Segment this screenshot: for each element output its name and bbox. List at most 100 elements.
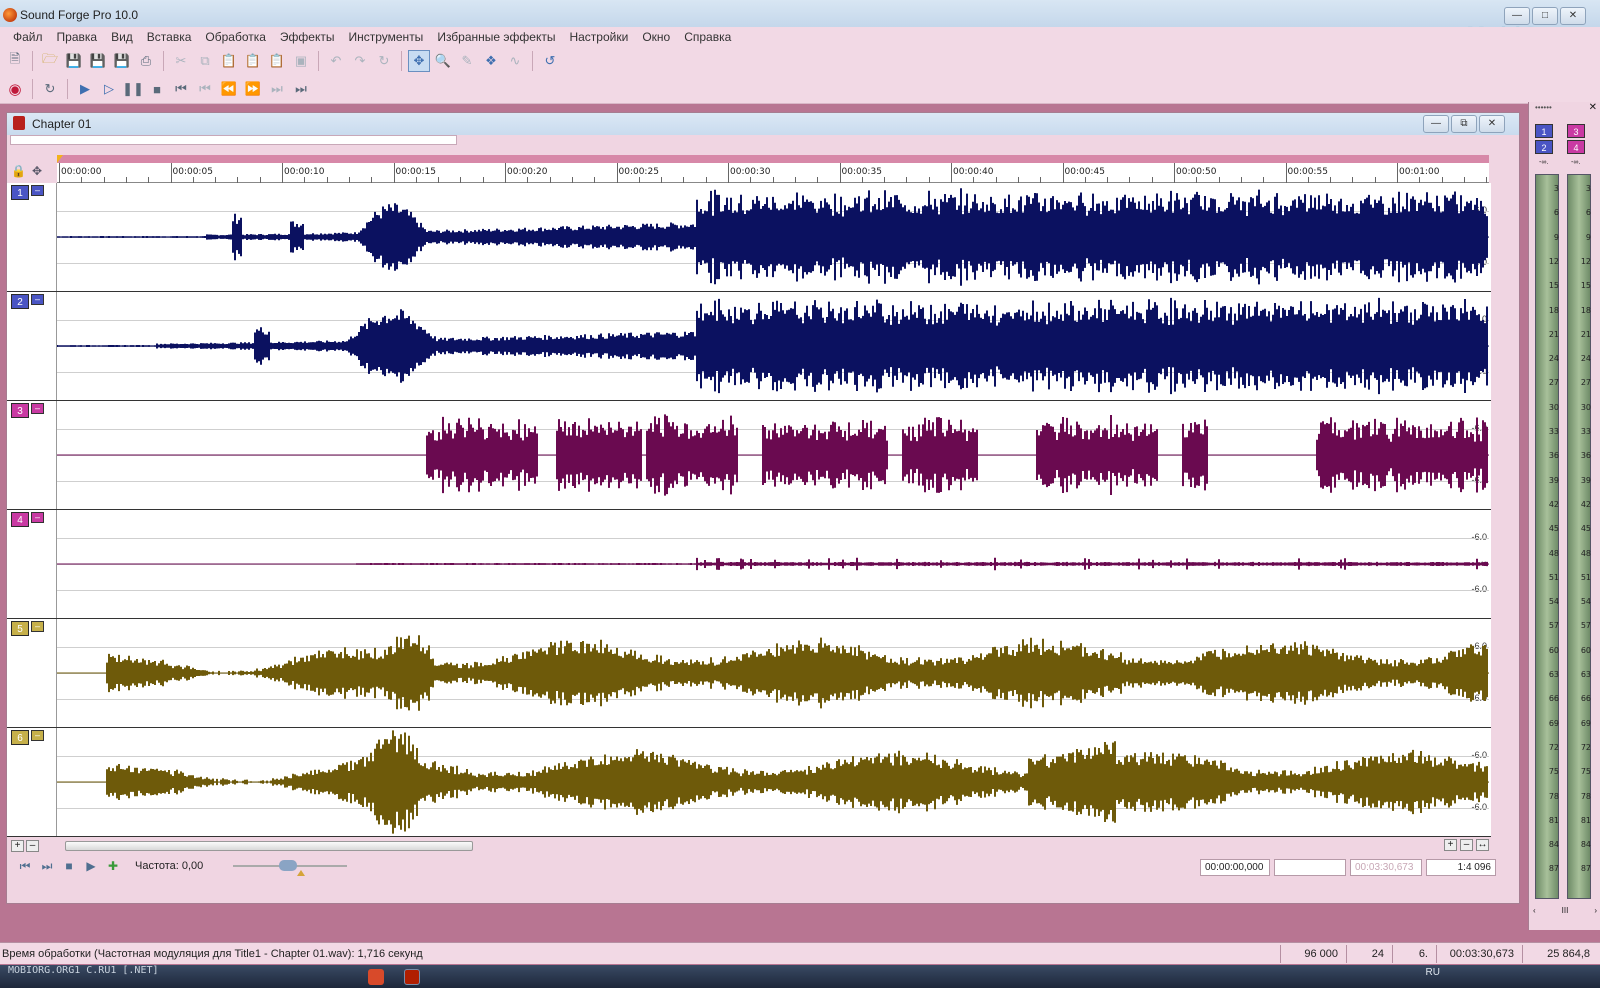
time-zoom-in-button[interactable]: + [1444, 839, 1457, 851]
forward-icon[interactable]: ⏩ [242, 78, 264, 100]
menu-effects[interactable]: Эффекты [273, 30, 342, 44]
channel-mute-button[interactable]: – [31, 185, 44, 196]
waveform[interactable] [57, 183, 1489, 291]
status-sample-rate[interactable]: 96 000 Hz [1280, 945, 1346, 978]
channel-6[interactable]: 6–-6.0-∞-6.0 [7, 728, 1491, 837]
time-zoom-out-button[interactable]: – [1460, 839, 1473, 851]
menu-favorites[interactable]: Избранные эффекты [430, 30, 562, 44]
selection-start[interactable] [1274, 859, 1346, 876]
lock-icon[interactable]: 🔒 [11, 164, 26, 178]
channel-number-button[interactable]: 6 [11, 730, 29, 745]
scroll-grip-icon[interactable]: III [1562, 906, 1569, 915]
close-icon[interactable]: ✕ [1589, 102, 1597, 113]
zoom-ratio[interactable]: 1:4 096 [1426, 859, 1496, 876]
meter-scrollbar[interactable]: ‹ III › [1533, 904, 1597, 916]
menu-file[interactable]: Файл [6, 30, 50, 44]
slider-knob[interactable] [279, 860, 297, 871]
zoom-fit-button[interactable]: ↔ [1476, 839, 1489, 851]
paste-icon[interactable]: 📋 [218, 50, 240, 72]
mix-icon[interactable]: 📋 [266, 50, 288, 72]
sound-forge-taskbar-icon[interactable] [404, 969, 420, 985]
chevron-left-icon[interactable]: ‹ [1533, 906, 1536, 915]
zoom-out-button[interactable]: – [26, 840, 39, 852]
play-all-icon[interactable]: ▶ [74, 78, 96, 100]
menu-help[interactable]: Справка [677, 30, 738, 44]
minimize-button[interactable]: — [1504, 7, 1530, 25]
menu-window[interactable]: Окно [635, 30, 677, 44]
close-button[interactable]: ✕ [1560, 7, 1586, 25]
language-indicator[interactable]: RU [1426, 967, 1440, 978]
horizontal-scrollbar[interactable] [61, 840, 1439, 852]
channel-number-button[interactable]: 1 [11, 185, 29, 200]
overview-bar[interactable] [10, 135, 457, 145]
go-to-start-icon[interactable]: ⏮ [170, 78, 192, 100]
copy-icon[interactable]: ⧉ [194, 50, 216, 72]
channel-mute-button[interactable]: – [31, 621, 44, 632]
doc-close-button[interactable]: ✕ [1479, 115, 1505, 133]
waveform[interactable] [57, 728, 1489, 836]
pencil-tool-icon[interactable]: ✎ [456, 50, 478, 72]
meter-channel-3[interactable]: 3 [1567, 124, 1585, 138]
previous-icon[interactable]: ⏮ [194, 78, 216, 100]
menu-view[interactable]: Вид [104, 30, 140, 44]
go-to-end-icon[interactable]: ⏭ [39, 858, 55, 874]
scroll-thumb[interactable] [65, 841, 473, 851]
channel-2[interactable]: 2–-6.0-∞-6.0 [7, 292, 1491, 401]
waveform[interactable] [57, 619, 1489, 727]
menu-options[interactable]: Настройки [562, 30, 635, 44]
channel-1[interactable]: 1–-6.0-∞-6.0 [7, 183, 1491, 292]
stop-icon[interactable]: ■ [146, 78, 168, 100]
maximize-button[interactable]: □ [1532, 7, 1558, 25]
play-as-sample-icon[interactable]: ✚ [105, 858, 121, 874]
loop-playback-icon[interactable]: ↻ [39, 78, 61, 100]
save-all-icon[interactable]: 💾 [87, 50, 109, 72]
channel-mute-button[interactable]: – [31, 403, 44, 414]
doc-minimize-button[interactable]: — [1423, 115, 1449, 133]
snap-icon[interactable]: ✥ [32, 164, 42, 178]
chevron-right-icon[interactable]: › [1594, 906, 1597, 915]
waveform[interactable] [57, 401, 1489, 509]
selection-length[interactable]: 00:03:30,673 [1350, 859, 1422, 876]
channel-4[interactable]: 4–-6.0-∞-6.0 [7, 510, 1491, 619]
stop-icon[interactable]: ■ [61, 858, 77, 874]
doc-restore-button[interactable]: ⧉ [1451, 115, 1477, 133]
status-channels[interactable]: 6. [1392, 945, 1436, 963]
taskbar-app-icon[interactable] [368, 969, 384, 985]
go-to-start-icon[interactable]: ⏮ [17, 858, 33, 874]
channel-number-button[interactable]: 5 [11, 621, 29, 636]
waveform[interactable] [57, 510, 1489, 618]
meter-channel-4[interactable]: 4 [1567, 140, 1585, 154]
channel-number-button[interactable]: 2 [11, 294, 29, 309]
channel-3[interactable]: 3–-6.0-∞-6.0 [7, 401, 1491, 510]
waveform[interactable] [57, 292, 1489, 400]
render-icon[interactable]: 💾 [111, 50, 133, 72]
open-icon[interactable]: 🗁 [39, 50, 61, 72]
paste-special-icon[interactable]: 📋 [242, 50, 264, 72]
save-icon[interactable]: 💾 [63, 50, 85, 72]
channel-number-button[interactable]: 3 [11, 403, 29, 418]
cut-icon[interactable]: ✂ [170, 50, 192, 72]
menu-tools[interactable]: Инструменты [341, 30, 430, 44]
meter-channel-1[interactable]: 1 [1535, 124, 1553, 138]
crop-icon[interactable]: ▣ [290, 50, 312, 72]
play-icon[interactable]: ▷ [98, 78, 120, 100]
next-icon[interactable]: ⏭ [266, 78, 288, 100]
edit-tool-icon[interactable]: ✥ [408, 50, 430, 72]
print-icon[interactable]: ⎙ [135, 50, 157, 72]
menu-insert[interactable]: Вставка [140, 30, 199, 44]
menu-process[interactable]: Обработка [198, 30, 273, 44]
status-bit-depth[interactable]: 24 бит [1346, 945, 1392, 978]
undo-icon[interactable]: ↶ [325, 50, 347, 72]
pause-icon[interactable]: ❚❚ [122, 78, 144, 100]
redo-icon[interactable]: ↷ [349, 50, 371, 72]
repeat-icon[interactable]: ↻ [373, 50, 395, 72]
channel-mute-button[interactable]: – [31, 512, 44, 523]
event-tool-icon[interactable]: ❖ [480, 50, 502, 72]
marker-strip[interactable] [57, 155, 1489, 163]
magnify-tool-icon[interactable]: 🔍 [432, 50, 454, 72]
play-icon[interactable]: ▶ [83, 858, 99, 874]
envelope-tool-icon[interactable]: ∿ [504, 50, 526, 72]
loop-icon[interactable]: ↺ [539, 50, 561, 72]
zoom-in-button[interactable]: + [11, 840, 24, 852]
channel-mute-button[interactable]: – [31, 730, 44, 741]
